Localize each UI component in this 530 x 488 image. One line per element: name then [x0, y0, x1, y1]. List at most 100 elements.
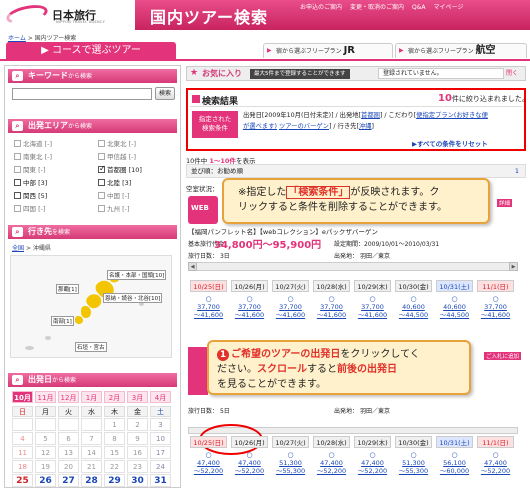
availability-circle-icon[interactable]: ○	[272, 451, 309, 459]
calendar-month-tab[interactable]: 11月	[35, 391, 56, 403]
area-checkbox[interactable]	[14, 140, 21, 147]
area-option[interactable]: 関東 [-]	[14, 164, 45, 174]
date-price-min[interactable]: 37,700	[354, 303, 391, 311]
departure-date-header[interactable]: 10/31(土)	[436, 280, 473, 292]
area-checkbox[interactable]	[98, 179, 105, 186]
calendar-day[interactable]: 30	[127, 474, 148, 487]
date-price-max[interactable]: 〜52,200	[354, 467, 391, 475]
departure-date-header[interactable]: 10/28(水)	[313, 280, 350, 292]
availability-circle-icon[interactable]: ○	[395, 295, 432, 303]
date-price-min[interactable]: 51,300	[395, 459, 432, 467]
departure-date-header[interactable]: 11/1(日)	[477, 436, 514, 448]
date-price-min[interactable]: 47,400	[477, 459, 514, 467]
area-checkbox[interactable]	[98, 140, 105, 147]
calendar-day[interactable]: 31	[150, 474, 171, 487]
area-checkbox[interactable]	[98, 192, 105, 199]
date-price-min[interactable]: 47,400	[313, 459, 350, 467]
departure-date-header[interactable]: 10/27(火)	[272, 436, 309, 448]
map-crumb-national[interactable]: 全国	[12, 245, 24, 252]
availability-circle-icon[interactable]: ○	[272, 295, 309, 303]
departure-date-header[interactable]: 10/28(水)	[313, 436, 350, 448]
availability-circle-icon[interactable]: ○	[190, 295, 227, 303]
departure-date-header[interactable]: 10/30(金)	[395, 280, 432, 292]
page-number[interactable]: 1	[515, 165, 519, 177]
area-checkbox[interactable]	[14, 179, 21, 186]
map-island-south[interactable]	[75, 316, 83, 324]
calendar-month-tab[interactable]: 12月	[58, 391, 79, 403]
tab-course-tour[interactable]: ▶ コースで選ぶツアー	[6, 42, 176, 59]
area-option[interactable]: 北海道 [-]	[14, 138, 52, 148]
map-island-ishigaki[interactable]	[25, 346, 34, 350]
departure-date-header[interactable]: 10/30(金)	[395, 436, 432, 448]
map-label-onna[interactable]: 恩納・読谷・北谷[10]	[103, 293, 163, 303]
tab-free-plan-jr[interactable]: 宿から選ぶフリープラン JR	[263, 43, 393, 58]
calendar-month-tab[interactable]: 1月	[81, 391, 102, 403]
date-price-min[interactable]: 40,600	[436, 303, 473, 311]
link-cancel-guide[interactable]: 変更・取消のご案内	[350, 4, 404, 11]
scroll-right-icon[interactable]: ▶	[509, 262, 518, 271]
keyword-search-button[interactable]: 検索	[155, 87, 175, 100]
calendar-day[interactable]: 25	[12, 474, 33, 487]
area-checkbox[interactable]	[98, 164, 106, 173]
date-price-max[interactable]: 〜41,600	[190, 311, 227, 319]
area-option[interactable]: 甲信越 [-]	[98, 151, 136, 161]
area-option[interactable]: 北東北 [-]	[98, 138, 136, 148]
area-checkbox[interactable]	[14, 153, 21, 160]
area-option[interactable]: 北陸 [3]	[98, 177, 131, 187]
calendar-day[interactable]: 26	[35, 474, 56, 487]
area-checkbox[interactable]	[14, 205, 21, 212]
date-price-min[interactable]: 40,600	[395, 303, 432, 311]
availability-circle-icon[interactable]: ○	[436, 295, 473, 303]
availability-circle-icon[interactable]: ○	[354, 451, 391, 459]
area-option[interactable]: 首都圏 [10]	[98, 164, 142, 174]
cond-destination-link[interactable]: 沖縄	[359, 123, 372, 130]
area-checkbox[interactable]	[98, 153, 105, 160]
departure-date-header[interactable]: 10/26(月)	[231, 280, 268, 292]
keyword-input[interactable]	[12, 88, 152, 100]
map-island-naha[interactable]	[81, 306, 91, 318]
date-price-max[interactable]: 〜55,300	[395, 467, 432, 475]
date-price-max[interactable]: 〜41,600	[477, 311, 514, 319]
calendar-day[interactable]: 27	[58, 474, 79, 487]
date-price-max[interactable]: 〜44,500	[436, 311, 473, 319]
link-application-guide[interactable]: お申込のご案内	[300, 4, 342, 11]
tour1-detail-badge[interactable]: 詳細	[497, 199, 513, 207]
departure-date-header[interactable]: 11/1(日)	[477, 280, 514, 292]
availability-circle-icon[interactable]: ○	[436, 451, 473, 459]
map-label-nago[interactable]: 名護・本部・国頭[10]	[107, 270, 167, 280]
calendar-day[interactable]: 29	[104, 474, 125, 487]
date-price-max[interactable]: 〜41,600	[231, 311, 268, 319]
departure-date-header[interactable]: 10/25(日)	[190, 436, 227, 448]
map-island-miyako[interactable]	[45, 336, 51, 340]
departure-date-header[interactable]: 10/29(木)	[354, 436, 391, 448]
area-option[interactable]: 関西 [5]	[14, 190, 47, 200]
departure-date-header[interactable]: 10/26(月)	[231, 436, 268, 448]
cond-flight-plan-link[interactable]: 便指定プラン(お好きな便	[416, 112, 488, 119]
date-price-min[interactable]: 47,400	[190, 459, 227, 467]
date-price-min[interactable]: 37,700	[190, 303, 227, 311]
availability-circle-icon[interactable]: ○	[313, 295, 350, 303]
availability-circle-icon[interactable]: ○	[354, 295, 391, 303]
date-price-min[interactable]: 51,300	[272, 459, 309, 467]
cond-bargain-link[interactable]: ツアーのバーゲン	[279, 123, 329, 130]
availability-circle-icon[interactable]: ○	[190, 451, 227, 459]
area-option[interactable]: 南東北 [-]	[14, 151, 52, 161]
map-label-ishigaki[interactable]: 石垣・宮古	[75, 342, 107, 352]
area-option[interactable]: 中国 [-]	[98, 190, 129, 200]
date-price-max[interactable]: 〜41,600	[313, 311, 350, 319]
date-price-min[interactable]: 37,700	[231, 303, 268, 311]
availability-circle-icon[interactable]: ○	[231, 295, 268, 303]
area-option[interactable]: 中部 [3]	[14, 177, 47, 187]
departure-date-header[interactable]: 10/25(日)	[190, 280, 227, 292]
area-checkbox[interactable]	[98, 205, 105, 212]
link-qa[interactable]: Q&A	[412, 4, 426, 11]
date-price-min[interactable]: 37,700	[477, 303, 514, 311]
link-mypage[interactable]: マイページ	[434, 4, 464, 11]
departure-date-header[interactable]: 10/31(土)	[436, 436, 473, 448]
area-checkbox[interactable]	[14, 192, 21, 199]
area-checkbox[interactable]	[14, 166, 21, 173]
date-price-max[interactable]: 〜41,600	[272, 311, 309, 319]
favorites-toggle[interactable]: 閉く	[506, 68, 518, 77]
date-price-max[interactable]: 〜44,500	[395, 311, 432, 319]
date-price-max[interactable]: 〜52,200	[190, 467, 227, 475]
